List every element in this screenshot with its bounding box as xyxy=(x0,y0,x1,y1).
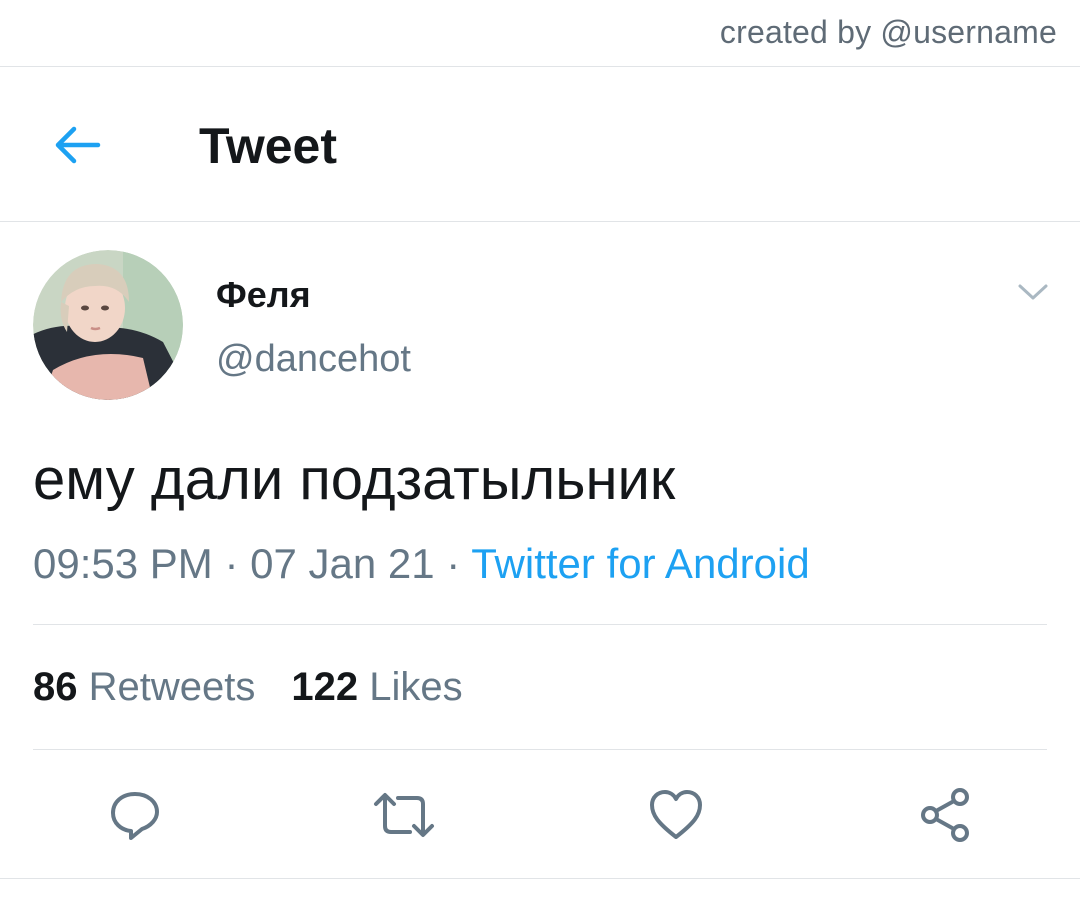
retweet-arrows-icon xyxy=(374,793,434,837)
retweets-label: Retweets xyxy=(88,665,256,709)
meta-separator: · xyxy=(446,540,461,587)
divider xyxy=(33,624,1047,625)
likes-label: Likes xyxy=(369,665,463,709)
top-app-bar: Tweet xyxy=(0,67,1080,222)
tweet-stats: 86 Retweets 122 Likes xyxy=(33,665,463,710)
share-icon xyxy=(921,788,969,842)
retweets-stat[interactable]: 86 Retweets xyxy=(33,665,255,709)
tweet-time: 09:53 PM xyxy=(33,540,213,587)
avatar[interactable] xyxy=(33,250,183,400)
divider xyxy=(33,749,1047,750)
like-button[interactable] xyxy=(643,782,709,848)
tweet-screen: created by @username Tweet Феля @danceho… xyxy=(0,0,1080,898)
share-button[interactable] xyxy=(912,782,978,848)
credit-bar: created by @username xyxy=(0,0,1080,67)
avatar-photo xyxy=(33,250,183,400)
chevron-down-icon xyxy=(1018,284,1048,300)
likes-count: 122 xyxy=(291,665,359,709)
author-display-name[interactable]: Феля xyxy=(216,274,311,316)
meta-separator: · xyxy=(224,540,239,587)
page-title: Tweet xyxy=(199,118,337,174)
speech-bubble-icon xyxy=(111,792,159,840)
heart-icon xyxy=(650,790,702,839)
likes-stat[interactable]: 122 Likes xyxy=(291,665,462,709)
retweets-count: 86 xyxy=(33,665,78,709)
arrow-left-icon xyxy=(55,126,101,164)
tweet-date: 07 Jan 21 xyxy=(250,540,435,587)
reply-button[interactable] xyxy=(102,782,168,848)
author-handle[interactable]: @dancehot xyxy=(216,338,411,381)
retweet-button[interactable] xyxy=(371,782,437,848)
credit-text: created by @username xyxy=(719,14,1057,50)
tweet-meta: 09:53 PM · 07 Jan 21 · Twitter for Andro… xyxy=(33,540,810,588)
tweet-menu-button[interactable] xyxy=(1010,272,1056,312)
tweet-text: ему дали подзатыльник xyxy=(33,447,676,512)
tweet-source-link[interactable]: Twitter for Android xyxy=(471,540,809,587)
action-bar xyxy=(0,752,1080,879)
back-button[interactable] xyxy=(44,115,110,175)
